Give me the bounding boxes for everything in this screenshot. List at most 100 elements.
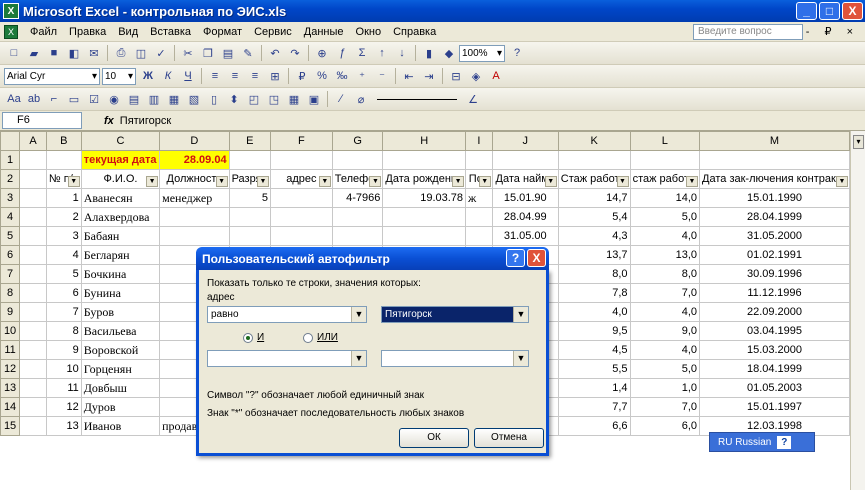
cell-experience-int[interactable]: 1,0: [629, 378, 700, 398]
increase-decimal-icon[interactable]: ⁺: [353, 67, 371, 85]
cell-address[interactable]: [269, 207, 333, 227]
permission-icon[interactable]: ◧: [65, 44, 83, 62]
cell-experience-int[interactable]: 13,0: [629, 245, 700, 265]
column-header[interactable]: B: [45, 131, 82, 151]
cell-sex[interactable]: [465, 226, 493, 246]
row-header[interactable]: 13: [0, 378, 21, 398]
cell-experience[interactable]: 4,5: [557, 340, 631, 360]
cell-row-number[interactable]: 1: [45, 188, 82, 208]
column-header[interactable]: J: [491, 131, 559, 151]
cell-address[interactable]: [269, 188, 333, 208]
cell-contract-date[interactable]: 01.05.2003: [699, 378, 850, 398]
cell-phone[interactable]: [331, 226, 384, 246]
header-hire-date[interactable]: Дата найма ▼: [491, 169, 559, 189]
header-rank[interactable]: Разряд ▼: [228, 169, 271, 189]
cell-experience-int[interactable]: 5,0: [629, 359, 700, 379]
current-date-label[interactable]: текущая дата: [80, 150, 161, 170]
cell-employee-name[interactable]: Горценян: [80, 359, 161, 379]
ok-button[interactable]: ОК: [399, 428, 469, 448]
combo-list-icon[interactable]: ▦: [165, 90, 183, 108]
borders-icon[interactable]: ⊟: [447, 67, 465, 85]
cell-rank[interactable]: [228, 226, 271, 246]
cell-employee-name[interactable]: Бегларян: [80, 245, 161, 265]
cell[interactable]: [331, 150, 384, 170]
row-header[interactable]: 10: [0, 321, 21, 341]
autofilter-dropdown-icon[interactable]: ▼: [318, 176, 331, 187]
cell-employee-name[interactable]: Иванов: [80, 416, 161, 436]
cell-experience-int[interactable]: 6,0: [629, 416, 700, 436]
combobox-icon[interactable]: ▥: [145, 90, 163, 108]
cell-row-number[interactable]: 5: [45, 264, 82, 284]
checkbox-icon[interactable]: ☑: [85, 90, 103, 108]
cell-employee-name[interactable]: Васильева: [80, 321, 161, 341]
cell[interactable]: [491, 150, 559, 170]
cell-contract-date[interactable]: 15.03.2000: [699, 340, 850, 360]
line-color-icon[interactable]: ∠: [464, 90, 482, 108]
column-header[interactable]: I: [465, 131, 493, 151]
column-header[interactable]: H: [382, 131, 467, 151]
spelling-icon[interactable]: ✓: [152, 44, 170, 62]
header-position[interactable]: Должность ▼: [159, 169, 230, 189]
autofilter-dropdown-icon[interactable]: ▼: [836, 176, 848, 187]
menu-tools[interactable]: Сервис: [248, 26, 298, 38]
cell-experience[interactable]: 4,0: [557, 302, 631, 322]
current-date-value[interactable]: 28.09.04: [159, 150, 230, 170]
chevron-down-icon[interactable]: ▼: [513, 351, 528, 366]
maximize-button[interactable]: □: [819, 2, 840, 20]
cell-contract-date[interactable]: 03.04.1995: [699, 321, 850, 341]
language-bar[interactable]: RU Russian ?: [709, 432, 815, 452]
cell-employee-name[interactable]: Алахвердова: [80, 207, 161, 227]
cell[interactable]: [699, 150, 850, 170]
decrease-indent-icon[interactable]: ⇤: [400, 67, 418, 85]
cell[interactable]: [19, 397, 47, 417]
cell-sex[interactable]: [465, 207, 493, 227]
new-icon[interactable]: □: [5, 44, 23, 62]
merge-center-icon[interactable]: ⊞: [266, 67, 284, 85]
cell[interactable]: [19, 321, 47, 341]
cell-row-number[interactable]: 4: [45, 245, 82, 265]
cell[interactable]: [19, 169, 47, 189]
copy-icon[interactable]: ❐: [199, 44, 217, 62]
cell-contract-date[interactable]: 18.04.1999: [699, 359, 850, 379]
row-header[interactable]: 12: [0, 359, 21, 379]
align-center-icon[interactable]: ≡: [226, 67, 244, 85]
cell-experience[interactable]: 7,8: [557, 283, 631, 303]
cell-row-number[interactable]: 6: [45, 283, 82, 303]
font-color-icon[interactable]: A: [487, 67, 505, 85]
cell[interactable]: [228, 150, 271, 170]
dialog-title-bar[interactable]: Пользовательский автофильтр ? X: [196, 247, 549, 270]
cell-row-number[interactable]: 3: [45, 226, 82, 246]
cell-experience-int[interactable]: 5,0: [629, 207, 700, 227]
header-sex[interactable]: Пол▼: [465, 169, 493, 189]
and-radio[interactable]: И: [243, 332, 264, 343]
row-header[interactable]: 1: [0, 150, 21, 170]
cell-rank[interactable]: 5: [228, 188, 271, 208]
cell[interactable]: [19, 188, 47, 208]
cell-position[interactable]: [159, 207, 230, 227]
header-experience[interactable]: Стаж работы ▼: [557, 169, 631, 189]
help-icon[interactable]: ?: [777, 435, 792, 449]
column-header[interactable]: L: [629, 131, 700, 151]
cell-experience-int[interactable]: 4,0: [629, 302, 700, 322]
cell-experience[interactable]: 14,7: [557, 188, 631, 208]
cell[interactable]: [557, 150, 631, 170]
function-icon[interactable]: ƒ: [333, 44, 351, 62]
cell-employee-name[interactable]: Дуров: [80, 397, 161, 417]
button-icon[interactable]: ▭: [65, 90, 83, 108]
combo-dropdown-icon[interactable]: ▧: [185, 90, 203, 108]
cell-contract-date[interactable]: 30.09.1996: [699, 264, 850, 284]
cell-phone[interactable]: [331, 207, 384, 227]
cell-row-number[interactable]: 9: [45, 340, 82, 360]
cell-hire-date[interactable]: 31.05.00: [491, 226, 559, 246]
condition1-value-select[interactable]: Пятигорск ▼: [381, 306, 529, 323]
condition1-operator-select[interactable]: равно ▼: [207, 306, 367, 323]
cell-employee-name[interactable]: Бабаян: [80, 226, 161, 246]
cell-experience[interactable]: 8,0: [557, 264, 631, 284]
cell-hire-date[interactable]: 28.04.99: [491, 207, 559, 227]
chevron-down-icon[interactable]: ▼: [513, 307, 528, 322]
column-header[interactable]: F: [269, 131, 333, 151]
autofilter-dropdown-icon[interactable]: ▼: [452, 176, 465, 187]
cell-contract-date[interactable]: 11.12.1996: [699, 283, 850, 303]
row-header[interactable]: 4: [0, 207, 21, 227]
cell[interactable]: [269, 150, 333, 170]
